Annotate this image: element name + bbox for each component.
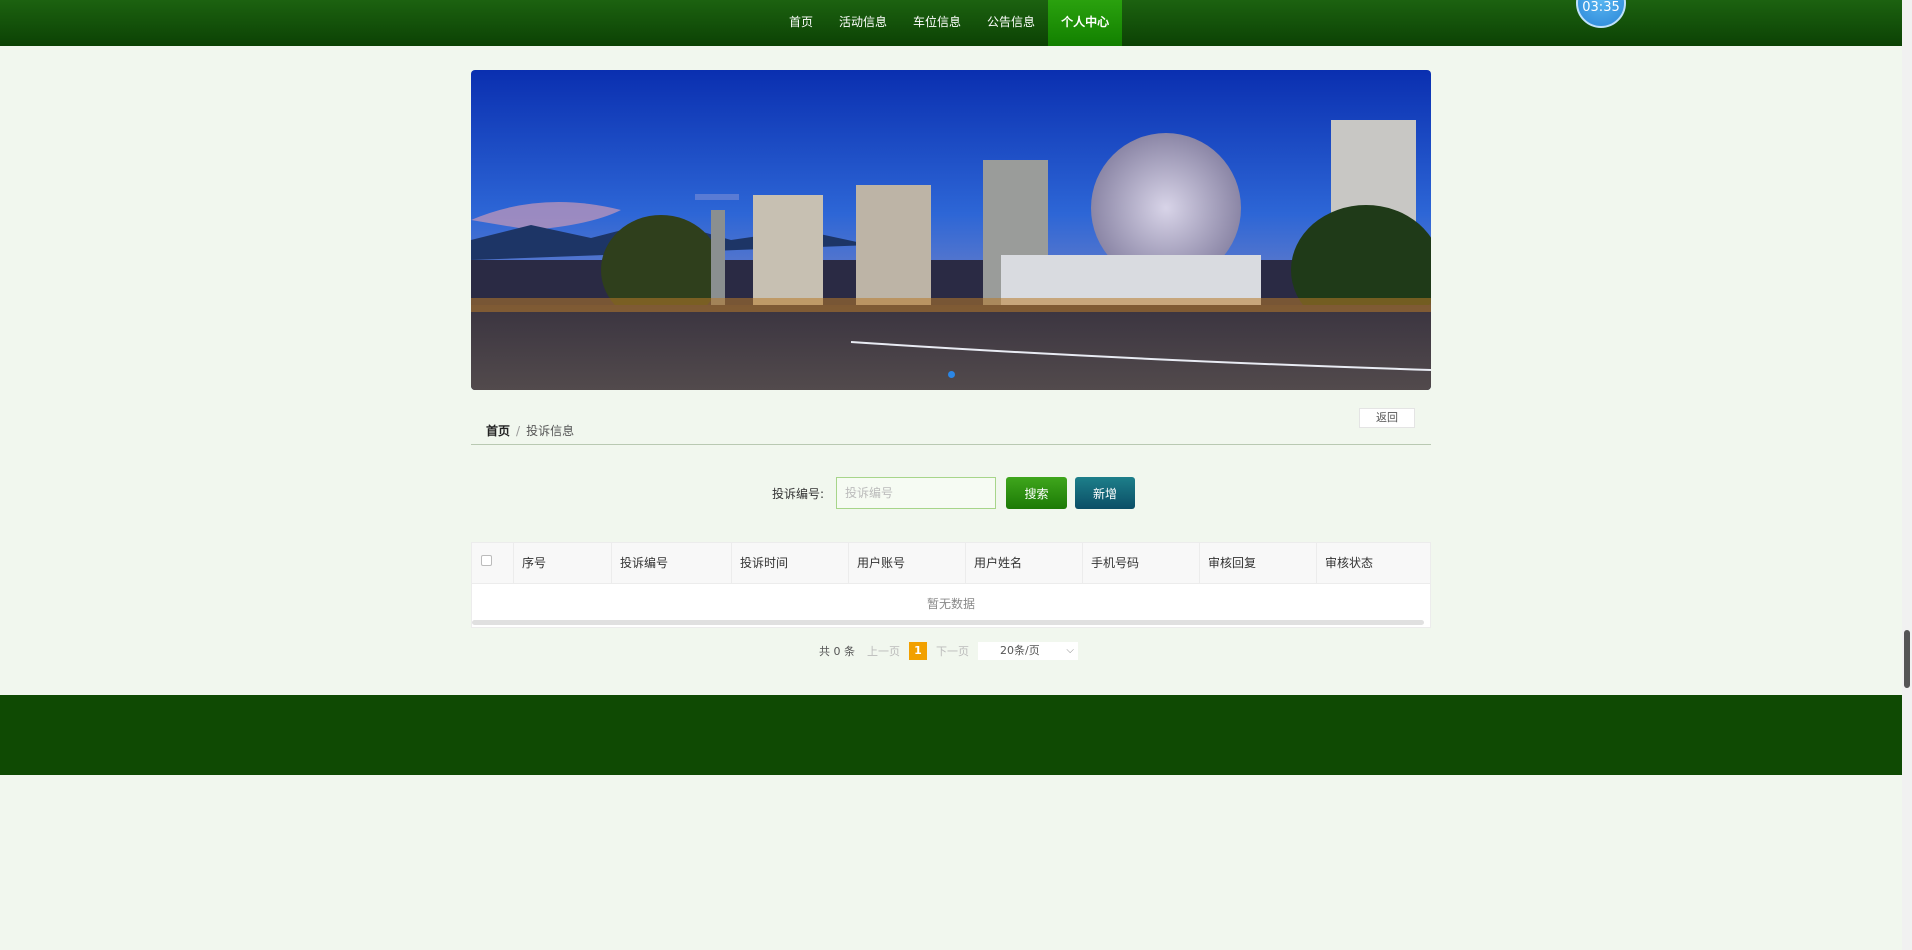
pagination-total: 共 0 条 <box>819 645 855 658</box>
nav-menu: 首页 活动信息 车位信息 公告信息 个人中心 <box>776 0 1123 46</box>
next-page-button[interactable]: 下一页 <box>936 643 969 659</box>
banner-image <box>471 70 1431 390</box>
header-select-cell <box>472 543 514 583</box>
page-size-value: 20条/页 <box>1000 644 1040 657</box>
column-header[interactable]: 用户账号 <box>849 543 966 583</box>
column-header[interactable]: 用户姓名 <box>966 543 1083 583</box>
search-form: 投诉编号: 搜索 新增 <box>772 477 1136 509</box>
add-button[interactable]: 新增 <box>1075 477 1136 509</box>
carousel-indicator <box>471 363 1431 382</box>
complaints-table: 序号 投诉编号 投诉时间 用户账号 用户姓名 手机号码 审核回复 审核状态 暂无… <box>471 542 1431 628</box>
back-button[interactable]: 返回 <box>1359 408 1415 428</box>
breadcrumb-home[interactable]: 首页 <box>486 424 510 438</box>
nav-item-profile[interactable]: 个人中心 <box>1048 0 1123 46</box>
prev-page-button[interactable]: 上一页 <box>867 643 900 659</box>
banner-carousel[interactable] <box>471 70 1431 390</box>
carousel-dot[interactable] <box>947 371 955 378</box>
footer <box>0 695 1902 775</box>
page-scrollbar[interactable] <box>1902 0 1912 950</box>
pagination: 共 0 条 上一页 1 下一页 20条/页 ⌵ <box>819 642 1078 660</box>
breadcrumb-separator: / <box>516 424 521 438</box>
chevron-down-icon: ⌵ <box>1066 645 1074 656</box>
table-horizontal-scrollbar[interactable] <box>472 620 1424 625</box>
column-header[interactable]: 审核状态 <box>1317 543 1430 583</box>
select-all-checkbox[interactable] <box>481 555 492 566</box>
column-header[interactable]: 序号 <box>514 543 612 583</box>
column-header[interactable]: 投诉编号 <box>612 543 732 583</box>
column-header[interactable]: 手机号码 <box>1083 543 1200 583</box>
breadcrumb-bar: 首页 / 投诉信息 返回 <box>471 408 1431 445</box>
breadcrumb: 首页 / 投诉信息 <box>486 422 574 439</box>
search-button[interactable]: 搜索 <box>1006 477 1068 509</box>
top-nav: 首页 活动信息 车位信息 公告信息 个人中心 03:35 <box>0 0 1902 46</box>
scrollbar-thumb[interactable] <box>1904 630 1910 688</box>
empty-state: 暂无数据 <box>926 597 975 611</box>
breadcrumb-current: 投诉信息 <box>526 424 575 438</box>
page-number-button[interactable]: 1 <box>909 642 927 660</box>
clock-badge: 03:35 <box>1576 0 1626 28</box>
nav-item-parking[interactable]: 车位信息 <box>900 0 974 46</box>
column-header[interactable]: 投诉时间 <box>732 543 849 583</box>
table-header: 序号 投诉编号 投诉时间 用户账号 用户姓名 手机号码 审核回复 审核状态 <box>472 543 1430 584</box>
nav-item-activities[interactable]: 活动信息 <box>826 0 900 46</box>
column-header[interactable]: 审核回复 <box>1200 543 1317 583</box>
page-size-select[interactable]: 20条/页 ⌵ <box>978 642 1078 660</box>
complaint-number-input[interactable] <box>836 477 997 509</box>
nav-item-notices[interactable]: 公告信息 <box>974 0 1048 46</box>
nav-item-home[interactable]: 首页 <box>776 0 826 46</box>
search-label: 投诉编号: <box>772 486 825 501</box>
